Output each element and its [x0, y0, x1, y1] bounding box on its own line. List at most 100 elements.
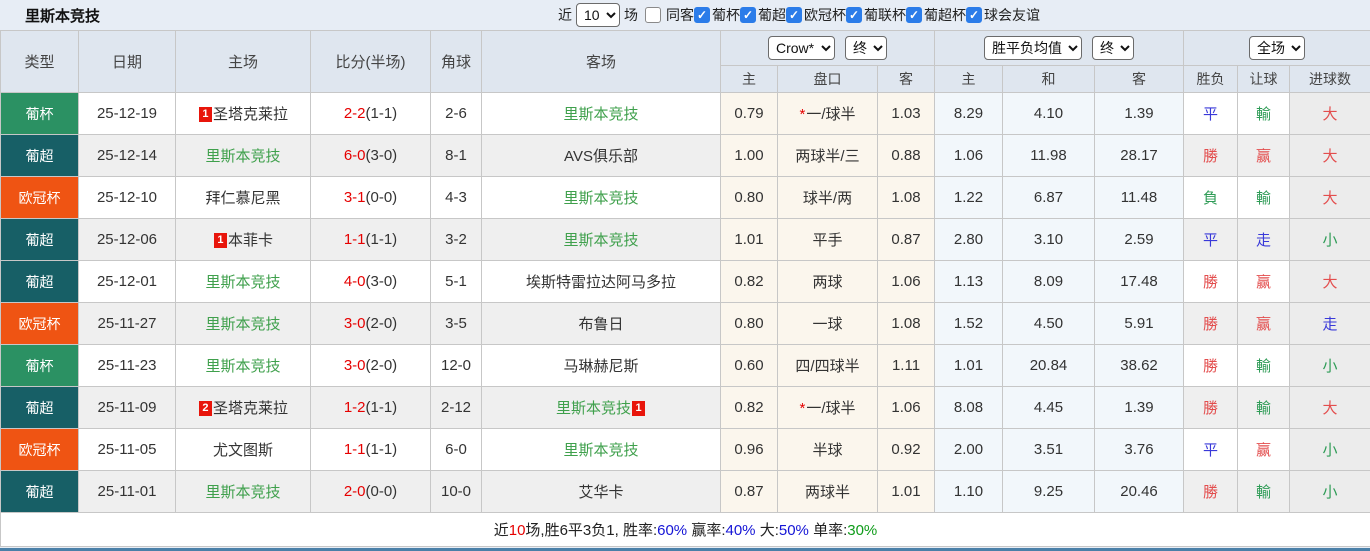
home-team-name[interactable]: 里斯本竞技: [205, 358, 280, 375]
home-team-cell: 里斯本竞技: [175, 134, 311, 177]
col-score: 比分(半场): [310, 30, 431, 93]
avg-away-cell: 20.46: [1093, 470, 1185, 513]
halftime-score: (0-0): [365, 189, 398, 206]
result-wl-cell: 勝: [1183, 344, 1239, 387]
recent-count-select[interactable]: 10: [576, 3, 620, 27]
away-team-name[interactable]: 埃斯特雷拉达阿马多拉: [526, 274, 676, 291]
corners-cell: 3-2: [430, 218, 482, 261]
competition-badge: 葡超: [0, 470, 79, 513]
score-cell: 3-0(2-0): [310, 344, 431, 387]
away-team-name[interactable]: 里斯本竞技: [563, 190, 638, 207]
result-goals-cell: 小: [1289, 344, 1370, 387]
col-result-wl: 胜负: [1183, 65, 1239, 93]
odds-home-cell: 0.82: [720, 260, 778, 303]
avg-away-cell: 28.17: [1093, 134, 1185, 177]
checkbox[interactable]: ✓: [966, 7, 982, 23]
away-team-name[interactable]: 马琳赫尼斯: [563, 358, 638, 375]
handicap-line-cell: 球半/两: [777, 176, 878, 219]
score-cell: 2-0(0-0): [310, 470, 431, 513]
col-avg-home: 主: [934, 65, 1003, 93]
corners-cell: 3-5: [430, 302, 482, 345]
away-team-name[interactable]: AVS俱乐部: [564, 148, 638, 165]
match-row: 葡杯 25-11-23 里斯本竞技 3-0(2-0) 12-0 马琳赫尼斯 0.…: [0, 344, 1370, 387]
match-date: 25-11-23: [78, 344, 176, 387]
result-handicap-cell: 赢: [1237, 260, 1291, 303]
halftime-score: (1-1): [365, 399, 398, 416]
odds-home-cell: 0.82: [720, 386, 778, 429]
filter-checkboxes: 同客 ✓ 葡杯 ✓ 葡超 ✓ 欧冠杯 ✓ 葡联杯 ✓ 葡超杯 ✓ 球会友谊: [642, 5, 1040, 25]
avg-home-cell: 1.06: [934, 134, 1003, 177]
home-team-name[interactable]: 本菲卡: [228, 232, 273, 249]
match-date: 25-12-06: [78, 218, 176, 261]
avg-away-cell: 1.39: [1093, 92, 1185, 135]
result-handicap-cell: 輸: [1237, 470, 1291, 513]
result-goals-cell: 大: [1289, 386, 1370, 429]
match-row: 葡超 25-12-01 里斯本竞技 4-0(3-0) 5-1 埃斯特雷拉达阿马多…: [0, 260, 1370, 303]
summary-segment: 单率:: [808, 522, 848, 539]
away-team-name[interactable]: 里斯本竞技: [563, 232, 638, 249]
col-home: 主场: [175, 30, 311, 93]
result-wl-cell: 勝: [1183, 134, 1239, 177]
home-team-name[interactable]: 圣塔克莱拉: [213, 106, 288, 123]
avg-away-cell: 1.39: [1093, 386, 1185, 429]
halftime-score: (3-0): [365, 147, 398, 164]
checkbox[interactable]: ✓: [694, 7, 710, 23]
home-team-name[interactable]: 里斯本竞技: [205, 484, 280, 501]
avg-home-cell: 8.08: [934, 386, 1003, 429]
checkbox[interactable]: ✓: [740, 7, 756, 23]
halftime-score: (2-0): [365, 357, 398, 374]
scope-select[interactable]: 全场: [1249, 36, 1306, 60]
home-team-name[interactable]: 里斯本竞技: [205, 316, 280, 333]
avg-away-cell: 38.62: [1093, 344, 1185, 387]
avg-home-cell: 8.29: [934, 92, 1003, 135]
handicap-line-cell: *一/球半: [777, 92, 878, 135]
away-team-name[interactable]: 艾华卡: [578, 484, 623, 501]
home-team-name[interactable]: 圣塔克莱拉: [213, 400, 288, 417]
col-avg-away: 客: [1093, 65, 1185, 93]
avg-type-select[interactable]: 胜平负均值: [984, 36, 1082, 60]
home-rank-badge: 1: [198, 107, 212, 122]
halftime-score: (3-0): [365, 273, 398, 290]
score-cell: 3-0(2-0): [310, 302, 431, 345]
away-team-name[interactable]: 里斯本竞技: [563, 442, 638, 459]
odds-away-cell: 1.03: [877, 92, 935, 135]
odds-company-select[interactable]: Crow*: [768, 36, 835, 60]
handicap-line: 球半/两: [802, 190, 853, 207]
away-team-name[interactable]: 布鲁日: [578, 316, 623, 333]
home-team-name[interactable]: 里斯本竞技: [205, 148, 280, 165]
home-team-name[interactable]: 里斯本竞技: [205, 274, 280, 291]
handicap-line-cell: 两球半/三: [777, 134, 878, 177]
avg-draw-cell: 9.25: [1002, 470, 1095, 513]
handicap-star: *: [799, 106, 806, 123]
checkbox[interactable]: [645, 7, 661, 23]
away-team-name[interactable]: 里斯本竞技: [563, 106, 638, 123]
fulltime-score: 1-2: [343, 399, 366, 416]
fulltime-score: 1-1: [343, 441, 366, 458]
odds-away-cell: 1.11: [877, 344, 935, 387]
checkbox[interactable]: ✓: [846, 7, 862, 23]
home-team-cell: 里斯本竞技: [175, 470, 311, 513]
home-team-name[interactable]: 尤文图斯: [213, 442, 273, 459]
away-team-name[interactable]: 里斯本竞技: [556, 400, 631, 417]
match-date: 25-12-10: [78, 176, 176, 219]
halftime-score: (1-1): [365, 105, 398, 122]
away-team-cell: 布鲁日: [481, 302, 721, 345]
checkbox[interactable]: ✓: [786, 7, 802, 23]
avg-state-select[interactable]: 终: [1092, 36, 1134, 60]
games-label: 场: [624, 7, 638, 23]
handicap-line-cell: 四/四球半: [777, 344, 878, 387]
home-team-name[interactable]: 拜仁慕尼黑: [205, 190, 280, 207]
league-filter: ✓ 球会友谊: [966, 5, 1040, 25]
league-filter: ✓ 葡联杯: [846, 5, 906, 25]
match-date: 25-11-09: [78, 386, 176, 429]
checkbox[interactable]: ✓: [906, 7, 922, 23]
odds-away-cell: 0.92: [877, 428, 935, 471]
competition-badge: 葡超: [0, 218, 79, 261]
odds-state-select[interactable]: 终: [845, 36, 887, 60]
result-goals-cell: 小: [1289, 470, 1370, 513]
match-date: 25-11-27: [78, 302, 176, 345]
handicap-line: 一/球半: [806, 106, 856, 123]
result-handicap-cell: 輸: [1237, 386, 1291, 429]
summary-segment: 大:: [755, 522, 779, 539]
match-row: 欧冠杯 25-12-10 拜仁慕尼黑 3-1(0-0) 4-3 里斯本竞技 0.…: [0, 176, 1370, 219]
